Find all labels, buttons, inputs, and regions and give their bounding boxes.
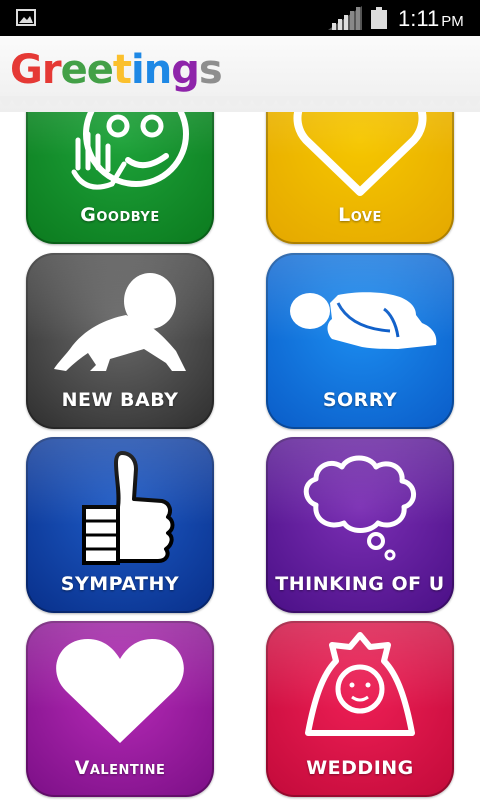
title-letter: g <box>171 47 200 93</box>
tile-new-baby[interactable]: NEW BABY <box>26 253 214 429</box>
title-letter: e <box>86 47 114 93</box>
title-letter: G <box>10 47 43 93</box>
title-letter: i <box>130 47 145 93</box>
title-letter: t <box>112 47 132 93</box>
greeting-grid: Goodbye Love NEW BABY SORRY SYMPATHY THI… <box>0 0 480 800</box>
tile-thinking-of-u[interactable]: THINKING OF U <box>266 437 454 613</box>
app-title: Greetings <box>10 44 223 96</box>
title-letter: n <box>143 47 173 93</box>
tile-valentine[interactable]: Valentine <box>26 621 214 797</box>
tile-label: SYMPATHY <box>60 573 180 595</box>
tile-sympathy[interactable]: SYMPATHY <box>26 437 214 613</box>
tile-label: Valentine <box>74 757 166 779</box>
tile-label: Love <box>338 204 382 226</box>
title-letter: e <box>60 47 88 93</box>
tile-wedding[interactable]: WEDDING <box>266 621 454 797</box>
tile-label: NEW BABY <box>61 389 179 411</box>
tile-label: Goodbye <box>80 204 160 226</box>
header-scallop <box>0 96 480 106</box>
tile-label: THINKING OF U <box>275 573 445 595</box>
tile-label: WEDDING <box>306 757 414 779</box>
title-letter: s <box>198 47 223 93</box>
tile-label: SORRY <box>322 389 398 411</box>
tile-sorry[interactable]: SORRY <box>266 253 454 429</box>
title-letter: r <box>41 47 62 93</box>
